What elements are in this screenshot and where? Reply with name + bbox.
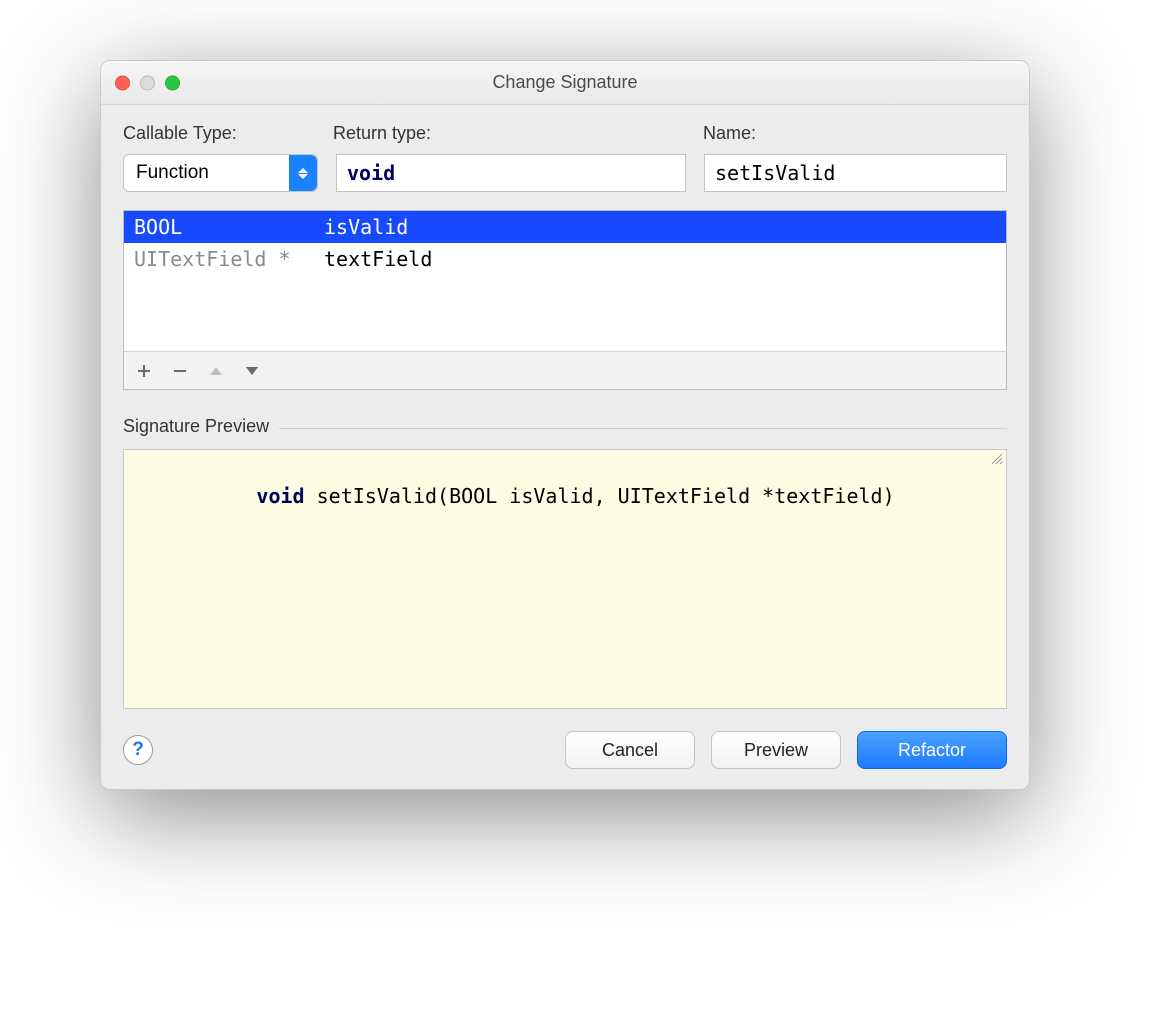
parameter-type: UITextField *	[134, 247, 324, 271]
remove-button[interactable]	[172, 363, 188, 379]
parameters-list[interactable]: BOOLisValidUITextField *textField	[124, 211, 1006, 351]
titlebar: Change Signature	[101, 61, 1029, 105]
callable-type-label: Callable Type:	[123, 123, 333, 144]
parameter-row[interactable]: UITextField *textField	[124, 243, 1006, 275]
window-title: Change Signature	[492, 72, 637, 93]
help-button[interactable]: ?	[123, 735, 153, 765]
preview-button[interactable]: Preview	[711, 731, 841, 769]
parameter-name: textField	[324, 247, 432, 271]
zoom-icon[interactable]	[165, 75, 180, 90]
name-label: Name:	[703, 123, 1007, 144]
traffic-lights	[115, 75, 180, 90]
preview-rest: setIsValid(BOOL isValid, UITextField *te…	[305, 484, 895, 508]
add-button[interactable]	[136, 363, 152, 379]
parameter-name: isValid	[324, 215, 408, 239]
parameters-toolbar	[124, 351, 1006, 389]
signature-preview: void setIsValid(BOOL isValid, UITextFiel…	[123, 449, 1007, 709]
parameter-row[interactable]: BOOLisValid	[124, 211, 1006, 243]
move-up-button[interactable]	[208, 365, 224, 377]
parameter-type: BOOL	[134, 215, 324, 239]
resize-grip-icon	[990, 452, 1004, 466]
minimize-icon[interactable]	[140, 75, 155, 90]
return-type-input[interactable]	[336, 154, 686, 192]
dialog-buttons: ? Cancel Preview Refactor	[123, 731, 1007, 769]
signature-preview-label: Signature Preview	[123, 416, 279, 437]
cancel-button[interactable]: Cancel	[565, 731, 695, 769]
move-down-button[interactable]	[244, 365, 260, 377]
close-icon[interactable]	[115, 75, 130, 90]
name-input[interactable]	[704, 154, 1007, 192]
dialog-window: Change Signature Callable Type: Return t…	[100, 60, 1030, 790]
callable-type-value: Function	[136, 162, 209, 184]
return-type-label: Return type:	[333, 123, 703, 144]
callable-type-select[interactable]: Function	[123, 154, 318, 192]
select-stepper-icon	[289, 155, 317, 191]
refactor-button[interactable]: Refactor	[857, 731, 1007, 769]
signature-preview-section: Signature Preview void setIsValid(BOOL i…	[123, 416, 1007, 709]
parameters-table: BOOLisValidUITextField *textField	[123, 210, 1007, 390]
preview-keyword: void	[256, 484, 304, 508]
